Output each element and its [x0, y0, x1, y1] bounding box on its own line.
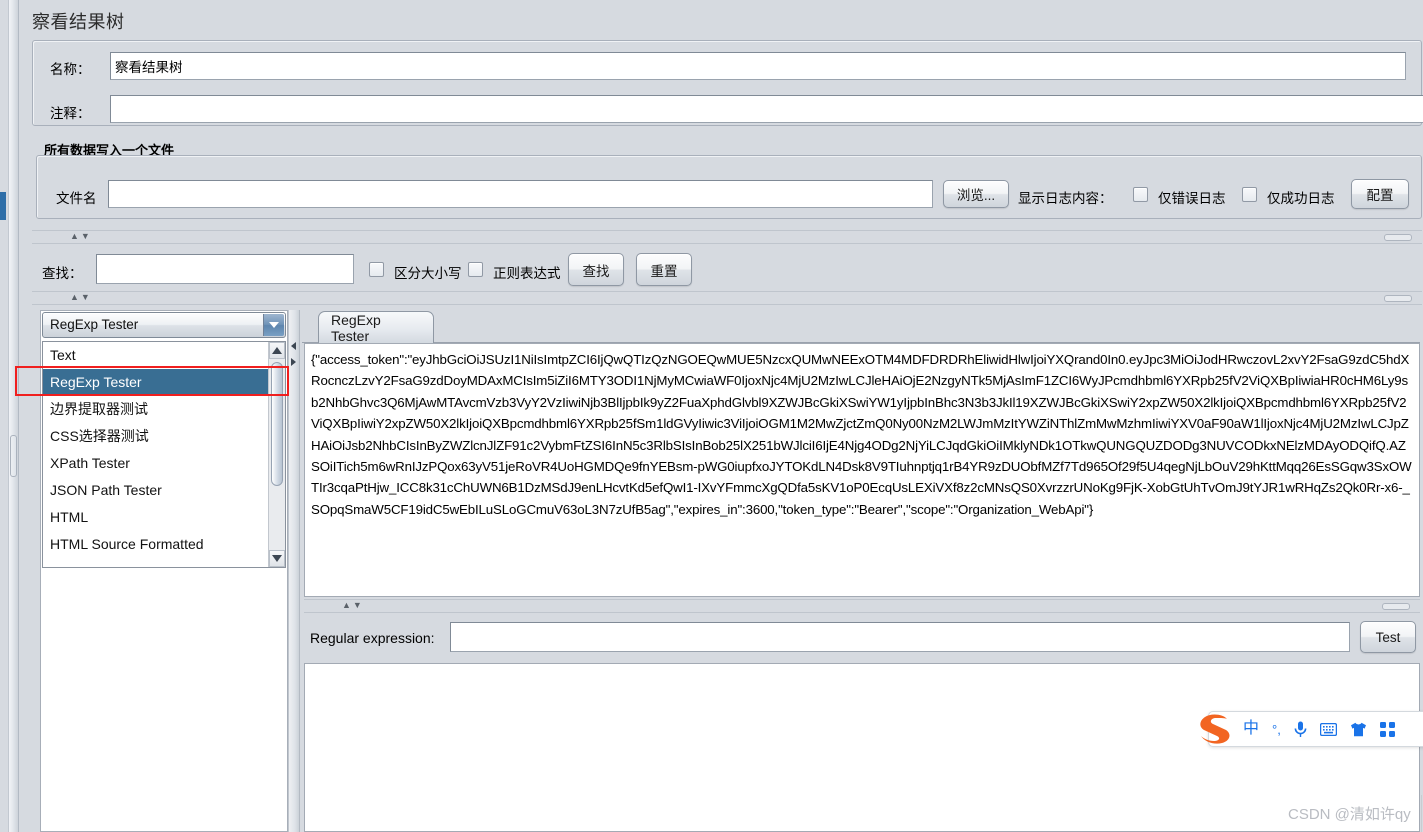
search-label: 查找： — [42, 266, 83, 281]
microphone-icon[interactable] — [1294, 721, 1307, 738]
splitter-bar[interactable] — [8, 0, 19, 832]
jmeter-window: 察看结果树 名称： 注释： 所有数据写入一个文件 文件名 浏览... 显示日志内… — [0, 0, 1423, 832]
test-button[interactable]: Test — [1360, 621, 1416, 653]
renderer-combo[interactable]: RegExp Tester — [42, 312, 286, 338]
success-only-checkbox[interactable] — [1242, 187, 1257, 202]
search-input[interactable] — [96, 254, 354, 284]
name-label: 名称： — [50, 62, 91, 77]
case-sensitive-checkbox[interactable] — [369, 262, 384, 277]
find-button[interactable]: 查找 — [568, 253, 624, 286]
collapse-arrows-2[interactable]: ▲▼ — [70, 292, 92, 303]
dropdown-item-4[interactable]: XPath Tester — [43, 450, 285, 477]
log-display-label: 显示日志内容： — [1018, 191, 1113, 206]
renderer-dropdown-popup[interactable]: Text RegExp Tester 边界提取器测试 CSS选择器测试 XPat… — [42, 341, 286, 568]
dropdown-scrollbar[interactable] — [268, 342, 285, 567]
splitter-grip[interactable] — [10, 435, 17, 477]
divider-bottom[interactable]: ▲▼ — [32, 291, 1422, 305]
dropdown-item-7[interactable]: HTML Source Formatted — [43, 531, 285, 558]
errors-only-checkbox[interactable] — [1133, 187, 1148, 202]
case-sensitive-label: 区分大小写 — [394, 266, 462, 281]
renderer-combo-value: RegExp Tester — [50, 317, 139, 332]
configure-button[interactable]: 配置 — [1351, 179, 1409, 209]
response-body: {"access_token":"eyJhbGciOiJSUzI1NiIsImt… — [311, 352, 1412, 517]
collapse-arrows-3[interactable]: ▲▼ — [342, 600, 364, 611]
skin-icon[interactable] — [1350, 722, 1367, 737]
filename-label: 文件名 — [56, 191, 97, 206]
punctuation-icon[interactable]: °, — [1272, 723, 1281, 736]
soft-keyboard-icon[interactable] — [1319, 722, 1337, 736]
outer-splitter[interactable] — [0, 0, 23, 832]
page-title: 察看结果树 — [32, 12, 125, 32]
dropdown-item-0[interactable]: Text — [43, 342, 285, 369]
result-tabstrip — [302, 310, 1420, 343]
regex-label: 正则表达式 — [493, 266, 561, 281]
tree-detail-splitter[interactable] — [288, 310, 300, 832]
dropdown-item-5[interactable]: JSON Path Tester — [43, 477, 285, 504]
scroll-down-icon[interactable] — [269, 550, 285, 567]
divider-response[interactable]: ▲▼ — [304, 599, 1420, 613]
filename-input[interactable] — [108, 180, 933, 208]
chevron-down-icon[interactable] — [263, 314, 284, 336]
collapse-arrows[interactable]: ▲▼ — [70, 231, 92, 242]
sogou-logo-icon[interactable] — [1197, 713, 1237, 745]
main-panel: 察看结果树 名称： 注释： 所有数据写入一个文件 文件名 浏览... 显示日志内… — [15, 0, 1423, 832]
response-text-area[interactable]: {"access_token":"eyJhbGciOiJSUzI1NiIsImt… — [304, 343, 1420, 597]
scrollbar-thumb[interactable] — [271, 362, 283, 486]
name-input[interactable] — [110, 52, 1406, 80]
splitter-collapse-tab[interactable] — [0, 192, 6, 220]
divider-grip-3[interactable] — [1382, 603, 1410, 610]
watermark: CSDN @清如许qy — [1288, 806, 1411, 823]
sogou-ime-toolbar[interactable]: 中 °, — [1200, 711, 1423, 747]
divider-grip-2[interactable] — [1384, 295, 1412, 302]
divider-grip[interactable] — [1384, 234, 1412, 241]
splitter-right-arrow[interactable] — [291, 358, 296, 366]
dropdown-item-1[interactable]: RegExp Tester — [43, 369, 285, 396]
reset-button[interactable]: 重置 — [636, 253, 692, 286]
comment-label: 注释： — [50, 106, 91, 121]
toolbox-icon[interactable] — [1379, 721, 1395, 737]
regex-result-area[interactable] — [304, 663, 1420, 832]
scroll-up-icon[interactable] — [269, 342, 285, 359]
regex-expression-input[interactable] — [450, 622, 1350, 652]
comment-input[interactable] — [110, 95, 1423, 123]
errors-only-label: 仅错误日志 — [1158, 191, 1226, 206]
tab-regexp-tester[interactable]: RegExp Tester — [318, 311, 434, 344]
splitter-left-arrow[interactable] — [291, 342, 296, 350]
watermark-bar — [1421, 795, 1422, 832]
success-only-label: 仅成功日志 — [1267, 191, 1335, 206]
regex-checkbox[interactable] — [468, 262, 483, 277]
dropdown-item-2[interactable]: 边界提取器测试 — [43, 396, 285, 423]
dropdown-item-6[interactable]: HTML — [43, 504, 285, 531]
dropdown-item-3[interactable]: CSS选择器测试 — [43, 423, 285, 450]
regex-expression-label: Regular expression: — [310, 630, 435, 646]
chinese-mode-icon[interactable]: 中 — [1243, 721, 1259, 737]
divider-top[interactable]: ▲▼ — [32, 230, 1422, 244]
browse-button[interactable]: 浏览... — [943, 180, 1009, 208]
